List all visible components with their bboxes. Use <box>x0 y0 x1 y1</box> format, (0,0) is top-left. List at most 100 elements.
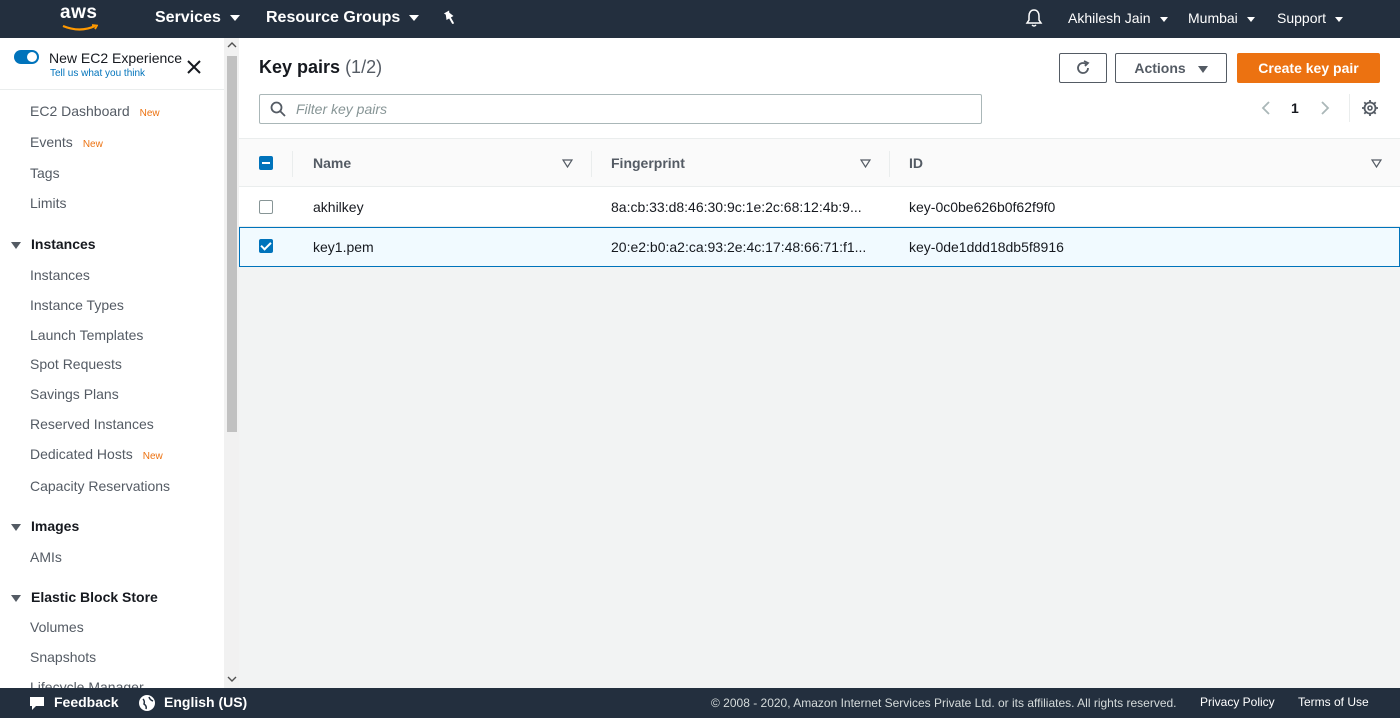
sidebar-item-capacity-reservations[interactable]: Capacity Reservations <box>30 478 170 494</box>
new-experience-toggle[interactable] <box>14 50 39 64</box>
section-instances[interactable]: Instances <box>11 236 96 252</box>
sidebar-item-instance-types[interactable]: Instance Types <box>30 297 124 313</box>
sidebar-item-volumes[interactable]: Volumes <box>30 619 84 635</box>
support-menu[interactable]: Support <box>1277 0 1344 38</box>
section-title: Instances <box>31 236 96 252</box>
sidebar-item-label: Dedicated Hosts <box>30 446 133 462</box>
sidebar-item-amis[interactable]: AMIs <box>30 549 62 565</box>
sidebar-item-label: Spot Requests <box>30 356 122 372</box>
sidebar-item-savings-plans[interactable]: Savings Plans <box>30 386 119 402</box>
sidebar-item-label: Instances <box>30 267 90 283</box>
sidebar-item-label: Reserved Instances <box>30 416 154 432</box>
sidebar-item-lifecycle-manager[interactable]: Lifecycle Manager <box>30 679 144 688</box>
sidebar-item-label: Lifecycle Manager <box>30 679 144 688</box>
new-badge: New <box>139 108 160 119</box>
create-key-pair-button[interactable]: Create key pair <box>1237 53 1380 83</box>
chevron-down-icon <box>1335 16 1344 22</box>
select-all-checkbox[interactable] <box>259 156 273 170</box>
copyright-text: © 2008 - 2020, Amazon Internet Services … <box>711 696 1177 710</box>
close-icon[interactable] <box>186 59 202 75</box>
row-checkbox[interactable] <box>259 200 273 214</box>
region-menu[interactable]: Mumbai <box>1188 0 1255 38</box>
sidebar-item-label: AMIs <box>30 549 62 565</box>
caret-down-icon <box>11 594 21 602</box>
scroll-down-icon[interactable] <box>227 674 237 684</box>
terms-of-use-link[interactable]: Terms of Use <box>1298 695 1369 709</box>
sidebar-item-label: EC2 Dashboard <box>30 103 130 119</box>
feedback-link[interactable]: Tell us what you think <box>50 68 145 79</box>
column-header-fingerprint[interactable]: Fingerprint <box>611 155 685 171</box>
scroll-up-icon[interactable] <box>227 40 237 50</box>
gear-icon[interactable] <box>1361 99 1379 117</box>
bell-icon[interactable] <box>1024 8 1044 28</box>
language-label: English (US) <box>164 694 248 710</box>
search-box <box>259 94 982 124</box>
column-header-name[interactable]: Name <box>313 155 351 171</box>
resource-groups-label: Resource Groups <box>266 9 401 26</box>
new-badge: New <box>142 451 163 462</box>
chevron-left-icon[interactable] <box>1259 100 1273 116</box>
sidebar-item-label: Capacity Reservations <box>30 478 171 494</box>
table-row-selected[interactable]: key1.pem 20:e2:b0:a2:ca:93:2e:4c:17:48:6… <box>239 227 1400 267</box>
sidebar-item-reserved-instances[interactable]: Reserved Instances <box>30 416 154 432</box>
sidebar-item-launch-templates[interactable]: Launch Templates <box>30 327 143 343</box>
refresh-button[interactable] <box>1059 53 1107 83</box>
cell-id: key-0de1ddd18db5f8916 <box>909 239 1064 255</box>
column-separator <box>889 151 890 177</box>
sidebar-item-label: Snapshots <box>30 649 97 665</box>
sidebar-item-instances[interactable]: Instances <box>30 267 90 283</box>
aws-smile-icon <box>62 24 98 31</box>
chevron-right-icon[interactable] <box>1318 100 1332 116</box>
sidebar: New EC2 Experience Tell us what you thin… <box>0 38 224 688</box>
aws-logo-text: aws <box>60 2 98 23</box>
cell-name: akhilkey <box>313 199 364 215</box>
support-label: Support <box>1277 10 1327 26</box>
cell-fingerprint: 8a:cb:33:d8:46:30:9c:1e:2c:68:12:4b:9... <box>611 199 862 215</box>
cell-id: key-0c0be626b0f62f9f0 <box>909 199 1056 215</box>
sidebar-item-limits[interactable]: Limits <box>30 195 67 211</box>
section-title: Images <box>31 518 80 534</box>
sidebar-item-label: Tags <box>30 165 60 181</box>
row-checkbox[interactable] <box>259 239 273 253</box>
sidebar-item-spot-requests[interactable]: Spot Requests <box>30 356 122 372</box>
column-header-id[interactable]: ID <box>909 155 923 171</box>
sort-icon[interactable] <box>562 159 573 168</box>
filter-input[interactable] <box>294 95 964 123</box>
chevron-down-icon <box>409 14 420 21</box>
sidebar-item-snapshots[interactable]: Snapshots <box>30 649 96 665</box>
scroll-thumb[interactable] <box>227 56 237 432</box>
sidebar-item-events[interactable]: Events New <box>30 134 103 150</box>
column-separator <box>292 151 293 177</box>
page-number[interactable]: 1 <box>1291 100 1299 116</box>
sidebar-scrollbar[interactable] <box>224 38 239 688</box>
caret-down-icon <box>1197 65 1208 73</box>
user-menu[interactable]: Akhilesh Jain <box>1068 0 1168 38</box>
sort-icon[interactable] <box>1371 159 1382 168</box>
pin-icon[interactable] <box>442 10 458 26</box>
sidebar-item-tags[interactable]: Tags <box>30 165 60 181</box>
feedback-button[interactable]: Feedback <box>28 694 119 711</box>
section-images[interactable]: Images <box>11 518 79 534</box>
footer: Feedback English (US) © 2008 - 2020, Ama… <box>0 688 1400 718</box>
new-badge: New <box>82 139 103 150</box>
refresh-icon <box>1077 60 1090 74</box>
search-icon <box>270 101 286 117</box>
column-separator <box>591 151 592 177</box>
user-label: Akhilesh Jain <box>1068 10 1151 26</box>
sort-icon[interactable] <box>860 159 871 168</box>
table-row[interactable]: akhilkey 8a:cb:33:d8:46:30:9c:1e:2c:68:1… <box>239 187 1400 227</box>
chevron-down-icon <box>229 14 240 21</box>
resource-groups-menu[interactable]: Resource Groups <box>266 0 420 38</box>
sidebar-item-label: Limits <box>30 195 67 211</box>
sidebar-item-ec2-dashboard[interactable]: EC2 Dashboard New <box>30 103 160 119</box>
actions-button[interactable]: Actions <box>1115 53 1227 83</box>
new-experience-title: New EC2 Experience <box>49 50 183 66</box>
sidebar-item-label: Savings Plans <box>30 386 119 402</box>
privacy-policy-link[interactable]: Privacy Policy <box>1200 695 1275 709</box>
services-menu[interactable]: Services <box>155 0 240 38</box>
sidebar-item-dedicated-hosts[interactable]: Dedicated Hosts New <box>30 446 163 462</box>
aws-logo[interactable]: aws <box>60 2 102 34</box>
section-elastic-block-store[interactable]: Elastic Block Store <box>11 589 158 605</box>
section-title: Elastic Block Store <box>31 589 158 605</box>
language-selector[interactable]: English (US) <box>138 694 247 712</box>
